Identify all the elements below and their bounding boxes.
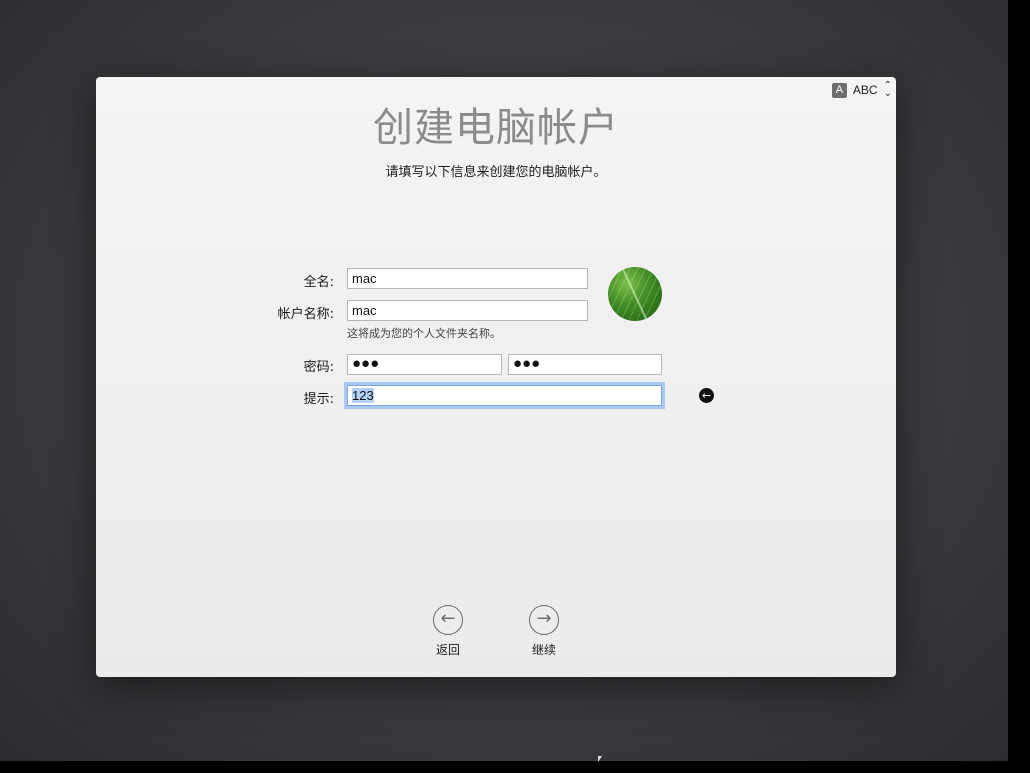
continue-label: 继续	[531, 643, 556, 657]
full-name-label: 全名:	[303, 275, 334, 290]
hint-field[interactable]: 123	[347, 385, 662, 406]
mouse-cursor	[598, 756, 602, 762]
password-field[interactable]: ●●●	[347, 354, 502, 375]
screen-edge-right	[1008, 0, 1030, 773]
full-name-field[interactable]: mac	[347, 268, 588, 289]
continue-button[interactable]: → 继续	[514, 605, 574, 658]
account-name-field[interactable]: mac	[347, 300, 588, 321]
page-subtitle: 请填写以下信息来创建您的电脑帐户。	[385, 165, 607, 180]
account-name-label: 帐户名称:	[277, 307, 334, 322]
hint-label: 提示:	[303, 392, 334, 407]
account-name-caption: 这将成为您的个人文件夹名称。	[347, 327, 501, 340]
screen-edge-bottom	[0, 761, 1030, 773]
back-button[interactable]: ← 返回	[418, 605, 478, 658]
user-avatar[interactable]	[608, 267, 662, 321]
arrow-right-circle-icon: →	[529, 605, 559, 635]
arrow-left-circle-icon: ←	[433, 605, 463, 635]
setup-assistant-window: A ABC ⌃ ⌄ 创建电脑帐户 请填写以下信息来创建您的电脑帐户。 全名: ma…	[96, 77, 896, 677]
verify-password-field[interactable]: ●●●	[508, 354, 662, 375]
password-label: 密码:	[303, 360, 334, 375]
hint-value-selected: 123	[352, 388, 374, 403]
back-label: 返回	[435, 643, 460, 657]
leaf-vein	[620, 267, 650, 321]
page-title: 创建电脑帐户	[373, 105, 619, 151]
arrow-left-filled-icon[interactable]: ←	[699, 388, 714, 403]
